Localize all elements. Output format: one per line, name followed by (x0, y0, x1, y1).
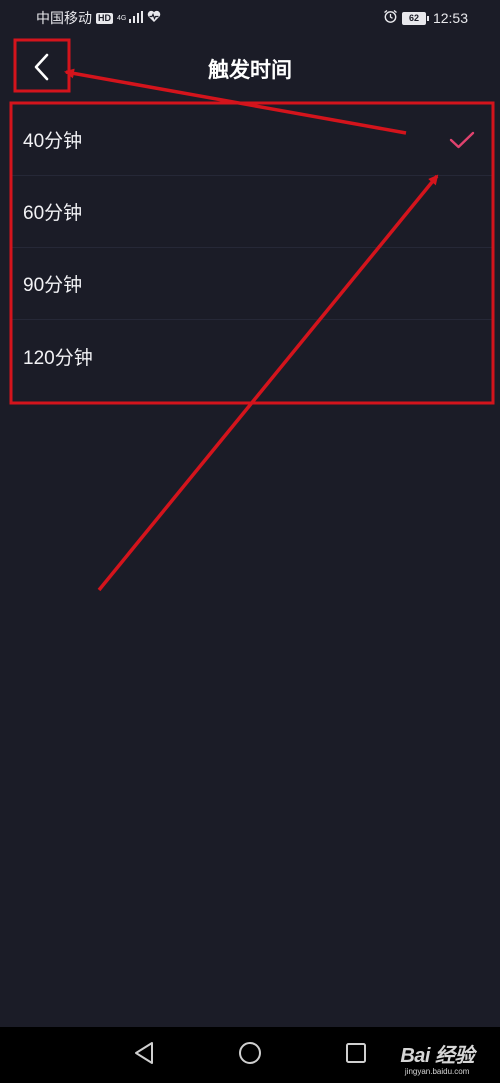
option-list: 40分钟 60分钟 90分钟 120分钟 (11, 104, 493, 392)
option-row-90[interactable]: 90分钟 (11, 248, 493, 320)
nav-back-button[interactable] (128, 1039, 160, 1071)
health-heart-icon (147, 10, 161, 26)
hd-badge: HD (96, 12, 113, 24)
status-right: 62 12:53 (383, 9, 468, 27)
option-label: 40分钟 (23, 131, 83, 152)
battery-level: 62 (401, 11, 426, 25)
option-row-60[interactable]: 60分钟 (11, 176, 493, 248)
square-recent-icon (345, 1042, 367, 1069)
carrier-label: 中国移动 (36, 10, 92, 26)
page-title: 触发时间 (208, 59, 292, 82)
clock-time: 12:53 (432, 10, 468, 26)
option-row-40[interactable]: 40分钟 (11, 104, 493, 176)
battery-tip (426, 15, 429, 21)
checkmark-icon (449, 130, 475, 150)
status-bar: 中国移动 HD 4G 62 12:53 (0, 0, 500, 36)
status-left: 中国移动 HD 4G (36, 8, 161, 28)
alarm-clock-icon (383, 9, 398, 27)
option-label: 120分钟 (23, 347, 93, 369)
circle-home-icon (238, 1041, 262, 1070)
option-label: 60分钟 (23, 203, 83, 224)
header: 触发时间 (0, 36, 500, 106)
network-label: 4G (117, 14, 127, 22)
navigation-bar: Bai 经验 jingyan.baidu.com (0, 1027, 500, 1083)
option-label: 90分钟 (23, 275, 83, 296)
watermark-url: jingyan.baidu.com (404, 1067, 470, 1076)
battery-indicator: 62 (401, 11, 429, 25)
nav-recent-button[interactable] (340, 1039, 372, 1071)
option-row-120[interactable]: 120分钟 (11, 320, 493, 392)
baidu-jingyan-watermark: Bai 经验 jingyan.baidu.com (400, 1045, 474, 1077)
nav-home-button[interactable] (234, 1039, 266, 1071)
triangle-back-icon (133, 1041, 155, 1070)
watermark-logo: Bai 经验 (400, 1045, 474, 1067)
signal-icon (129, 10, 143, 26)
